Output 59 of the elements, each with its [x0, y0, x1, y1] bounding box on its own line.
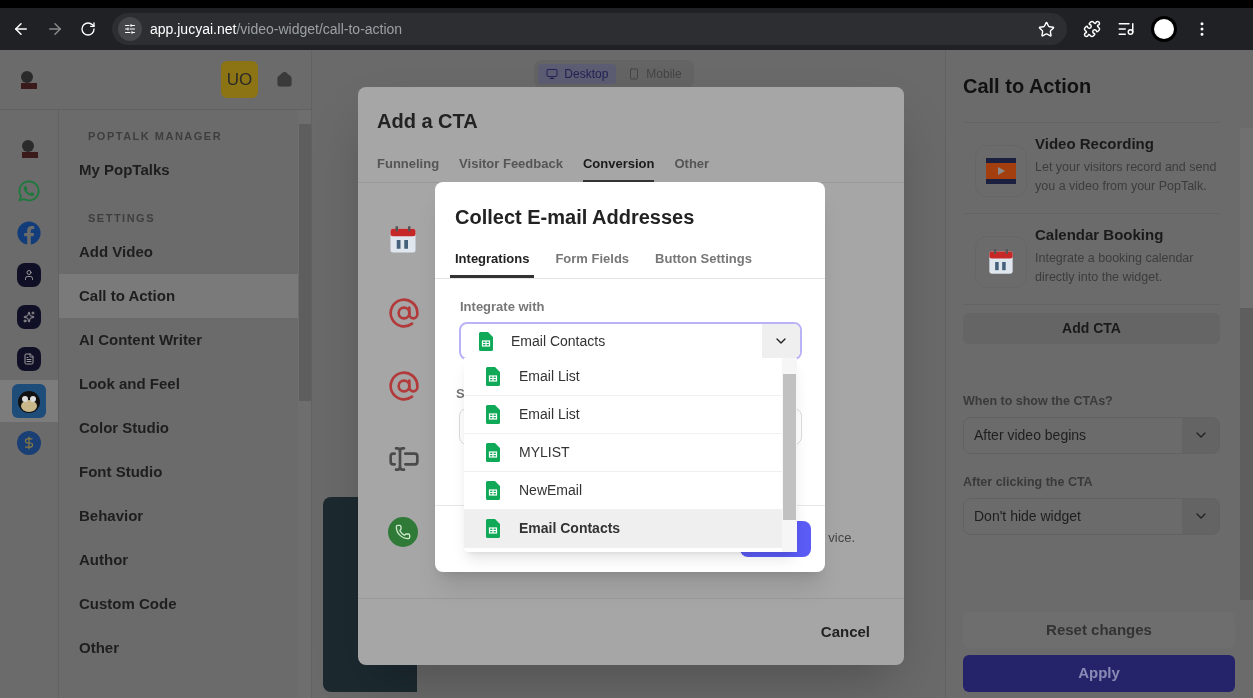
- dropdown-option[interactable]: Email List: [464, 396, 782, 434]
- home-icon[interactable]: [276, 71, 293, 88]
- field-label: Integrate with: [460, 297, 546, 316]
- spreadsheet-icon: [486, 367, 500, 386]
- calendar-icon: [388, 225, 418, 255]
- apply-button[interactable]: Apply: [963, 655, 1235, 692]
- sparkle-icon: [17, 305, 41, 329]
- cartoon-cat-icon: [12, 384, 46, 418]
- phone-icon: [628, 68, 641, 80]
- dropdown-option[interactable]: MYLIST: [464, 434, 782, 472]
- panel-title: Call to Action: [963, 74, 1093, 99]
- whatsapp-icon: [17, 179, 41, 203]
- monitor-icon: [546, 68, 559, 80]
- at-sign-icon: [388, 370, 420, 402]
- category-tab[interactable]: Visitor Feedback: [459, 154, 563, 182]
- profile-avatar[interactable]: [1151, 16, 1177, 42]
- site-settings-icon: [118, 17, 142, 41]
- at-sign-icon: [388, 297, 420, 329]
- add-cta-button[interactable]: Add CTA: [963, 313, 1220, 344]
- spreadsheet-icon: [486, 405, 500, 424]
- film-play-icon: [986, 158, 1016, 184]
- phone-call-icon: [388, 517, 418, 547]
- card-title: Video Recording: [1035, 134, 1155, 154]
- app-switcher-item[interactable]: [0, 380, 58, 422]
- dialog-title: Collect E-mail Addresses: [455, 205, 696, 230]
- settings-tab[interactable]: Form Fields: [550, 249, 635, 278]
- select-field[interactable]: After video begins: [963, 416, 1220, 454]
- extensions-icon[interactable]: [1083, 20, 1101, 38]
- view-tab[interactable]: Desktop: [538, 64, 617, 84]
- cancel-button[interactable]: Cancel: [820, 620, 870, 644]
- user-icon: [17, 263, 41, 287]
- option-description: vice.: [828, 529, 855, 548]
- category-tab[interactable]: Funneling: [377, 154, 440, 182]
- scrollbar[interactable]: [782, 358, 797, 552]
- spreadsheet-icon: [486, 481, 500, 500]
- bookmark-star-icon[interactable]: [1038, 20, 1055, 38]
- nav-item[interactable]: Call to Action: [59, 274, 298, 318]
- card-title: Calendar Booking: [1035, 225, 1165, 245]
- facebook-icon: [17, 221, 41, 245]
- url-text: app.jucyai.net/video-widget/call-to-action: [150, 19, 403, 39]
- document-icon: [17, 347, 41, 371]
- dropdown-option[interactable]: Email Contacts: [464, 510, 782, 548]
- calendar-icon: [987, 248, 1015, 276]
- forward-arrow-icon[interactable]: [46, 20, 64, 38]
- address-bar[interactable]: app.jucyai.net/video-widget/call-to-action: [112, 13, 1067, 45]
- reload-icon[interactable]: [80, 21, 96, 37]
- settings-tab[interactable]: Button Settings: [650, 249, 757, 278]
- dropdown-option[interactable]: Email List: [464, 358, 782, 396]
- spreadsheet-icon: [479, 331, 493, 351]
- settings-tab[interactable]: Integrations: [450, 249, 535, 278]
- dialog-title: Add a CTA: [377, 109, 479, 134]
- dollar-coin-icon: [17, 431, 41, 455]
- category-tab[interactable]: Other: [674, 154, 710, 182]
- media-list-icon[interactable]: [1117, 20, 1135, 38]
- select-field[interactable]: Don't hide widget: [963, 497, 1220, 535]
- spreadsheet-icon: [486, 443, 500, 462]
- spreadsheet-icon: [486, 519, 500, 538]
- user-avatar[interactable]: UO: [221, 61, 258, 98]
- field-label: S: [456, 385, 466, 403]
